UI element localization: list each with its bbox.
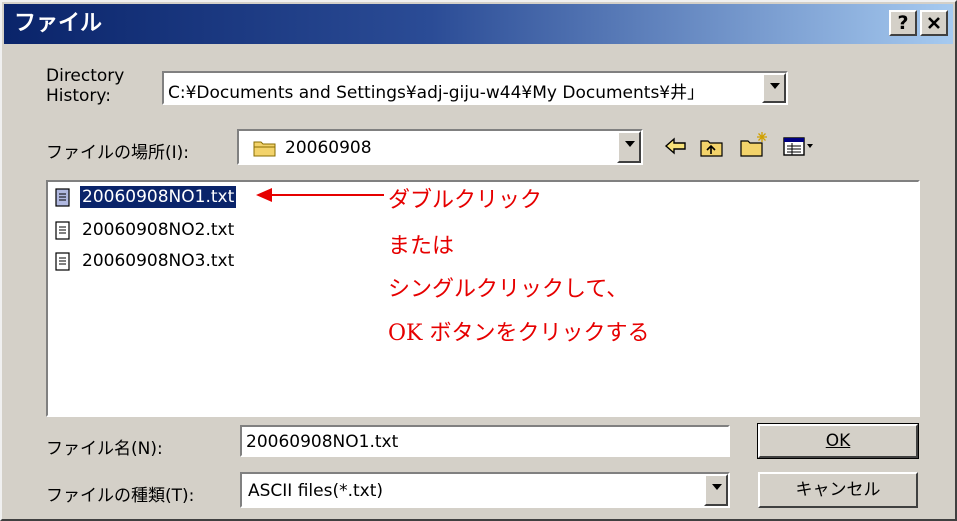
- filetype-dropdown-button[interactable]: [704, 474, 728, 506]
- title-bar[interactable]: ファイル ?: [4, 4, 953, 44]
- filename-label: ファイル名(N):: [46, 439, 163, 459]
- back-arrow-icon[interactable]: [664, 137, 688, 155]
- location-value: 20060908: [285, 138, 372, 158]
- location-combo[interactable]: 20060908: [237, 129, 643, 165]
- chevron-down-icon: [712, 484, 722, 490]
- file-dialog: ファイル ? Directory History: C:¥Documents a…: [0, 0, 957, 521]
- close-icon: [928, 17, 940, 29]
- annotation-arrow: [256, 188, 384, 202]
- location-dropdown-button[interactable]: [617, 131, 641, 163]
- directory-history-label-line1: Directory: [46, 66, 125, 86]
- location-label: ファイルの場所(I):: [46, 143, 190, 163]
- file-name: 20060908NO3.txt: [82, 251, 235, 271]
- text-file-icon: [55, 188, 70, 207]
- filename-input[interactable]: 20060908NO1.txt: [240, 425, 730, 457]
- directory-history-dropdown-button[interactable]: [762, 73, 786, 103]
- file-name: 20060908NO1.txt: [80, 186, 237, 208]
- directory-history-label-line2: History:: [46, 86, 111, 106]
- text-file-icon: [55, 252, 70, 271]
- chevron-down-icon: [625, 141, 635, 147]
- directory-history-combo[interactable]: C:¥Documents and Settings¥adj-giju-w44¥M…: [162, 71, 788, 105]
- dialog-title: ファイル: [14, 11, 103, 36]
- folder-icon: [253, 141, 276, 157]
- cancel-button[interactable]: キャンセル: [758, 472, 918, 508]
- filetype-label: ファイルの種類(T):: [46, 486, 195, 506]
- annotation-line-2: または: [388, 234, 455, 259]
- annotation-line-3: シングルクリックして、: [388, 277, 629, 302]
- ok-button[interactable]: OK: [757, 423, 919, 459]
- filetype-value: ASCII files(*.txt): [248, 481, 384, 501]
- directory-history-label: Directory History:: [46, 66, 124, 106]
- file-name: 20060908NO2.txt: [82, 220, 235, 240]
- new-folder-icon[interactable]: [740, 130, 770, 158]
- chevron-down-icon: [770, 83, 780, 89]
- annotation-line-1: ダブルクリック: [388, 188, 543, 213]
- directory-history-value: C:¥Documents and Settings¥adj-giju-w44¥M…: [168, 83, 705, 103]
- text-file-icon: [55, 221, 70, 240]
- close-button[interactable]: [920, 10, 948, 36]
- cancel-button-label: キャンセル: [795, 480, 881, 500]
- filetype-combo[interactable]: ASCII files(*.txt): [240, 472, 730, 508]
- ok-button-label: OK: [825, 431, 851, 451]
- help-button[interactable]: ?: [889, 10, 917, 36]
- view-menu-icon[interactable]: [783, 137, 815, 157]
- up-folder-icon[interactable]: [700, 137, 724, 157]
- filename-value: 20060908NO1.txt: [246, 432, 399, 452]
- annotation-line-4: OK ボタンをクリックする: [388, 321, 650, 346]
